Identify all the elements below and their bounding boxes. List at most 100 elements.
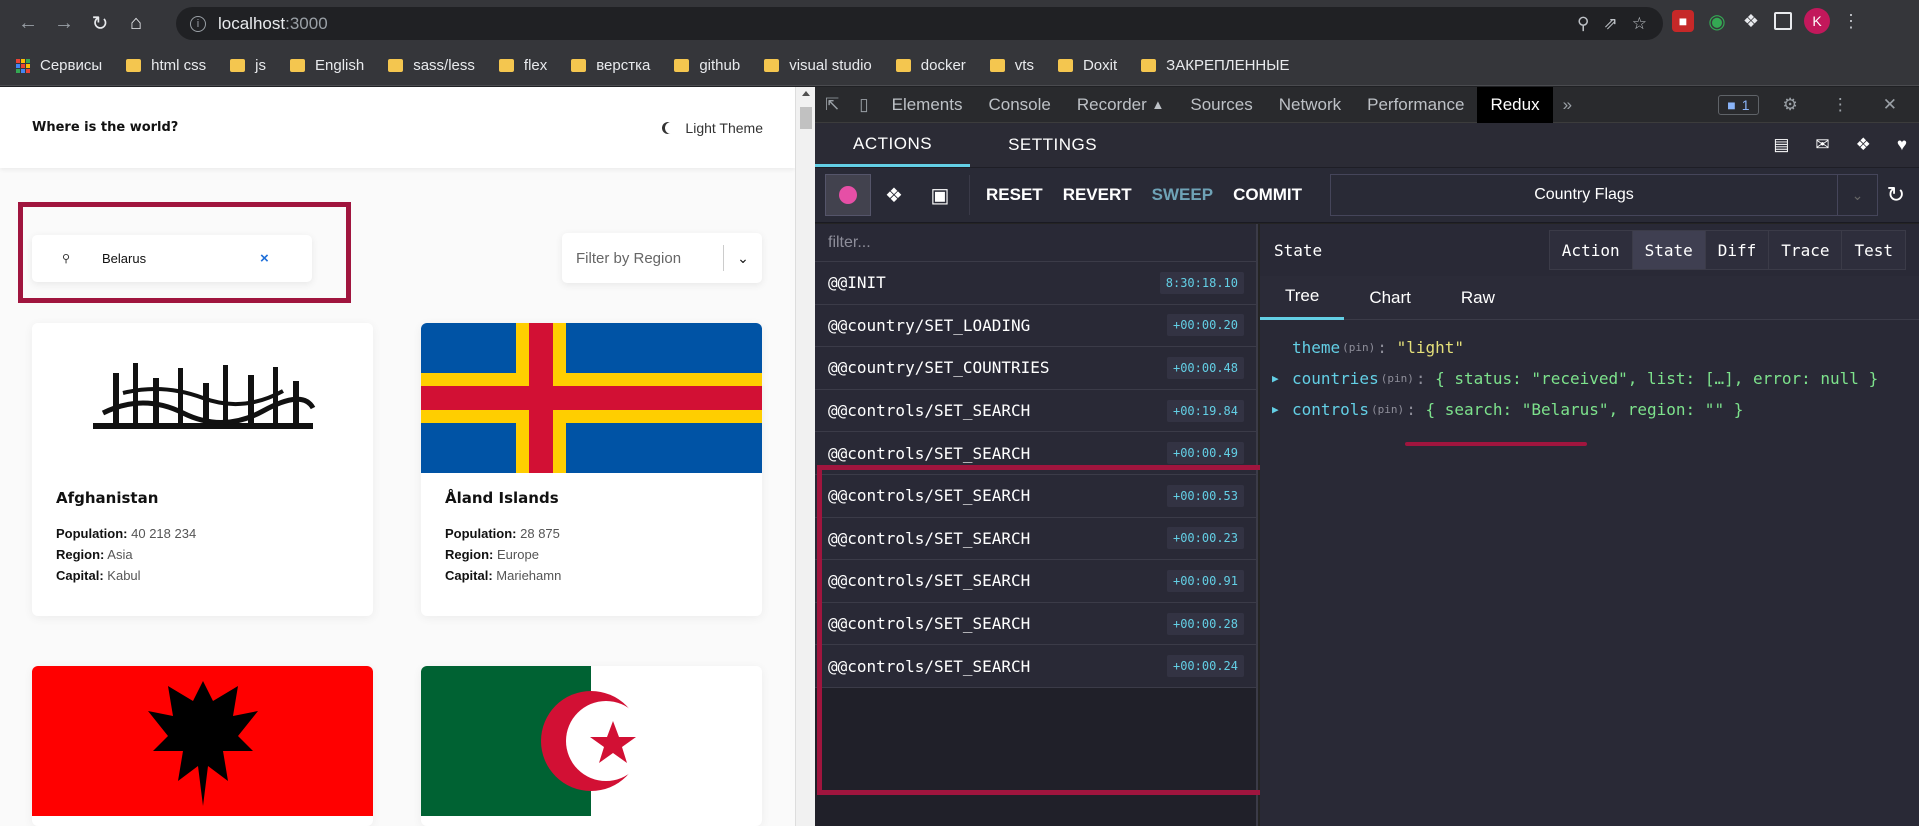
- bookmark-item[interactable]: js: [230, 57, 266, 74]
- bookmark-item[interactable]: ЗАКРЕПЛЕННЫЕ: [1141, 57, 1290, 74]
- book-icon[interactable]: ▤: [1773, 135, 1789, 155]
- tab-sources[interactable]: Sources: [1177, 87, 1265, 123]
- country-card[interactable]: [421, 666, 762, 826]
- extension-red-icon[interactable]: ■: [1672, 10, 1694, 32]
- bookmark-item[interactable]: vts: [989, 57, 1034, 74]
- forward-icon[interactable]: →: [46, 5, 82, 41]
- share-icon[interactable]: ⇗: [1604, 14, 1618, 34]
- chevron-down-icon[interactable]: ⌄: [724, 250, 762, 267]
- sweep-button[interactable]: SWEEP: [1142, 185, 1223, 205]
- lock-icon[interactable]: ▣: [917, 174, 963, 216]
- action-item[interactable]: @@country/SET_COUNTRIES +00:00.48: [815, 347, 1256, 390]
- tab-raw[interactable]: Raw: [1436, 276, 1520, 320]
- devtools-menu-icon[interactable]: ⋮: [1822, 95, 1859, 115]
- tab-actions[interactable]: ACTIONS: [815, 123, 971, 167]
- tree-node-theme[interactable]: theme (pin): "light": [1272, 332, 1907, 363]
- actions-list-panel: filter... @@INIT 8:30:18.10 @@country/SET_…: [815, 224, 1277, 826]
- zoom-icon[interactable]: ⚲: [1577, 14, 1589, 34]
- tab-state[interactable]: State: [1631, 230, 1706, 270]
- sync-icon[interactable]: ↻: [1887, 182, 1905, 208]
- bookmark-item[interactable]: Doxit: [1057, 57, 1117, 74]
- tab-performance[interactable]: Performance: [1354, 87, 1477, 123]
- country-card[interactable]: Åland Islands Population: 28 875 Region:…: [421, 323, 762, 616]
- bookmark-item[interactable]: flex: [498, 57, 547, 74]
- country-card[interactable]: [32, 666, 373, 826]
- reload-icon[interactable]: ↻: [82, 5, 118, 41]
- heart-icon[interactable]: ♥: [1897, 135, 1907, 155]
- tab-test[interactable]: Test: [1841, 230, 1906, 270]
- tab-tree[interactable]: Tree: [1260, 276, 1345, 320]
- search-input[interactable]: [102, 251, 242, 266]
- record-icon: [839, 186, 857, 204]
- home-icon[interactable]: ⌂: [118, 5, 154, 41]
- clear-search-icon[interactable]: ×: [260, 250, 269, 267]
- device-toolbar-icon[interactable]: ▯: [849, 95, 878, 115]
- scroll-thumb[interactable]: [800, 107, 812, 129]
- region-row: Region: Europe: [445, 547, 539, 562]
- more-tabs-icon[interactable]: »: [1553, 95, 1582, 115]
- folder-icon: [764, 59, 780, 72]
- extensions-puzzle-icon[interactable]: ❖: [1740, 10, 1762, 32]
- folder-icon: [498, 59, 514, 72]
- url-host: localhost: [218, 13, 286, 33]
- country-card[interactable]: Afghanistan Population: 40 218 234 Regio…: [32, 323, 373, 616]
- page-scrollbar[interactable]: [795, 87, 815, 826]
- redux-tabs: ACTIONS SETTINGS ▤ ✉ ❖ ♥: [815, 123, 1919, 167]
- tab-diff[interactable]: Diff: [1704, 230, 1770, 270]
- commit-button[interactable]: COMMIT: [1223, 185, 1312, 205]
- tab-console[interactable]: Console: [975, 87, 1063, 123]
- annotation-underline: [1405, 442, 1587, 446]
- country-name: Åland Islands: [445, 489, 559, 507]
- folder-icon: [571, 59, 587, 72]
- record-button[interactable]: [825, 174, 871, 216]
- extension-green-icon[interactable]: ◉: [1706, 10, 1728, 33]
- bookmark-item[interactable]: верстка: [571, 57, 650, 74]
- tab-settings[interactable]: SETTINGS: [970, 123, 1135, 167]
- search-field[interactable]: ⚲ ×: [32, 235, 312, 282]
- tab-trace[interactable]: Trace: [1768, 230, 1843, 270]
- address-bar[interactable]: i localhost:3000 ⚲ ⇗ ☆: [176, 7, 1663, 40]
- instance-select[interactable]: Country Flags ⌄: [1330, 174, 1878, 216]
- side-panel-icon[interactable]: [1774, 12, 1792, 30]
- browser-menu-icon[interactable]: ⋮: [1842, 11, 1860, 32]
- theme-toggle[interactable]: Light Theme: [661, 120, 763, 136]
- region-filter-select[interactable]: Filter by Region ⌄: [562, 233, 762, 283]
- inspect-icon[interactable]: ⇱: [815, 95, 849, 115]
- pin-icon[interactable]: ❖: [871, 174, 917, 216]
- action-item[interactable]: @@INIT 8:30:18.10: [815, 262, 1256, 305]
- bookmark-item[interactable]: html css: [126, 57, 206, 74]
- chevron-down-icon[interactable]: ⌄: [1837, 174, 1877, 216]
- bookmark-item[interactable]: sass/less: [388, 57, 475, 74]
- profile-avatar[interactable]: K: [1804, 8, 1830, 34]
- site-info-icon[interactable]: i: [190, 15, 206, 32]
- action-item[interactable]: @@country/SET_LOADING +00:00.20: [815, 304, 1256, 348]
- scroll-up-icon[interactable]: [802, 91, 810, 96]
- chat-icon[interactable]: ✉: [1815, 135, 1829, 155]
- tree-node-controls[interactable]: ▶ controls (pin): { search: "Belarus", re…: [1272, 394, 1907, 425]
- bookmark-item[interactable]: visual studio: [764, 57, 872, 74]
- reset-button[interactable]: RESET: [976, 185, 1053, 205]
- bookmark-item[interactable]: docker: [895, 57, 966, 74]
- tab-chart[interactable]: Chart: [1344, 276, 1436, 320]
- revert-button[interactable]: REVERT: [1053, 185, 1142, 205]
- bookmark-item[interactable]: English: [290, 57, 364, 74]
- action-item[interactable]: @@controls/SET_SEARCH +00:19.84: [815, 389, 1256, 433]
- tab-redux[interactable]: Redux: [1477, 86, 1553, 123]
- action-time: +00:00.20: [1166, 314, 1244, 337]
- annotation-highlight-actions: [817, 465, 1277, 795]
- tab-action[interactable]: Action: [1548, 230, 1633, 270]
- settings-gear-icon[interactable]: ⚙: [1773, 95, 1808, 115]
- bookmark-item[interactable]: Сервисы: [16, 57, 102, 74]
- close-icon[interactable]: ✕: [1873, 95, 1907, 115]
- tab-recorder[interactable]: Recorder ▲: [1064, 87, 1178, 123]
- tree-node-countries[interactable]: ▶ countries (pin): { status: "received", …: [1272, 363, 1907, 394]
- tab-network[interactable]: Network: [1266, 87, 1354, 123]
- bookmark-item[interactable]: github: [674, 57, 740, 74]
- bookmark-label: vts: [1014, 57, 1034, 74]
- twitter-icon[interactable]: ❖: [1856, 135, 1871, 155]
- tab-elements[interactable]: Elements: [879, 87, 976, 123]
- bookmark-star-icon[interactable]: ☆: [1632, 14, 1647, 34]
- messages-badge[interactable]: ■ 1: [1718, 95, 1759, 115]
- back-icon[interactable]: ←: [10, 5, 46, 41]
- action-filter-input[interactable]: filter...: [815, 224, 1256, 262]
